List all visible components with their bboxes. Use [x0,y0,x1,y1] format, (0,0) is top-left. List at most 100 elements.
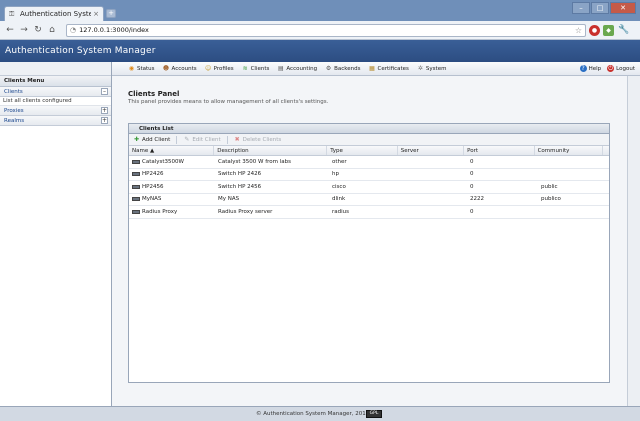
table-row[interactable]: HP2456 Switch HP 2456 cisco 0 public [129,181,609,194]
tab-title: Authentication Syste... [20,10,92,18]
collapse-icon[interactable]: – [101,88,108,95]
column-header-description[interactable]: Description [214,146,328,155]
column-header-community[interactable]: Community [535,146,603,155]
cell-port: 2222 [470,196,484,203]
column-header-type[interactable]: Type [327,146,398,155]
cell-name: Radius Proxy [142,208,178,215]
expand-icon[interactable]: + [101,117,108,124]
column-header-server[interactable]: Server [398,146,465,155]
app-header: Authentication System Manager [0,40,640,62]
add-client-button[interactable]: ✚ Add Client [133,136,170,143]
menu-certificates[interactable]: ▦ Certificates [368,65,409,72]
sidebar-item-label: Proxies [4,108,24,114]
menu-backends[interactable]: ⚙ Backends [325,65,361,72]
column-header-name[interactable]: Name ▲ [129,146,215,155]
back-arrow-icon[interactable]: ← [4,24,16,36]
bookmark-star-icon[interactable]: ☆ [575,26,582,35]
cell-name: HP2426 [142,171,164,178]
main-content: Clients Panel This panel provides means … [112,76,627,406]
home-icon[interactable]: ⌂ [46,24,58,36]
menu-status[interactable]: ◉ Status [128,65,155,72]
footer-copyright: © Authentication System Manager, 2011 [256,411,370,417]
toolbar-separator [226,135,228,144]
grid-toolbar: ✚ Add Client ✎ Edit Client ✖ Delete Clients [129,134,609,146]
sidebar: Clients Menu Clients – List all clients … [0,62,112,406]
delete-clients-button[interactable]: ✖ Delete Clients [234,136,282,143]
clients-grid: Clients List ✚ Add Client ✎ Edit Client ✖ D… [128,123,610,383]
tab-close-icon[interactable]: × [93,10,99,18]
wrench-menu-icon[interactable]: 🔧 [618,25,629,35]
reload-icon[interactable]: ↻ [32,24,44,36]
cell-description: My NAS [218,196,240,203]
sidebar-header: Clients Menu [0,76,111,87]
help-link[interactable]: ? Help [579,65,601,72]
license-badge[interactable]: GPL [366,410,382,418]
sidebar-item-proxies[interactable]: Proxies + [0,106,111,116]
menu-accounting[interactable]: ▤ Accounting [277,65,317,72]
extension-green-icon[interactable]: ◆ [603,24,614,36]
menu-clients[interactable]: ≋ Clients [242,65,270,72]
window-close-button[interactable]: ✕ [610,2,636,14]
new-tab-button[interactable]: + [106,9,116,18]
cell-type: radius [332,208,350,215]
certificates-icon: ▦ [369,65,375,72]
minimize-button[interactable]: – [572,2,590,14]
sidebar-subitem-list-clients[interactable]: List all clients configured [0,97,111,106]
maximize-button[interactable]: □ [591,2,609,14]
menu-accounts[interactable]: ☻ Accounts [163,65,197,72]
cell-description: Catalyst 3500 W from labs [218,158,292,165]
sidebar-item-clients[interactable]: Clients – [0,87,111,97]
device-icon [132,172,140,177]
cell-server [400,156,467,168]
delete-icon: ✖ [234,136,240,143]
browser-titlebar: ⚿ Authentication Syste... × + – □ ✕ [0,0,640,21]
page-favicon-icon: ⚿ [9,10,15,18]
accounts-icon: ☻ [162,65,170,72]
menu-system[interactable]: ✲ System [417,65,447,72]
column-header-filler [603,146,609,155]
footer: © Authentication System Manager, 2011 GP… [0,406,640,421]
system-icon: ✲ [417,65,423,72]
column-header-port[interactable]: Port [464,146,535,155]
table-row[interactable]: Radius Proxy Radius Proxy server radius … [129,206,609,219]
sidebar-item-label: Clients [4,89,23,95]
forward-arrow-icon[interactable]: → [18,24,30,36]
panel-title: Clients Panel [128,90,180,98]
cell-name: HP2456 [142,183,164,190]
logout-link[interactable]: ⏻ Logout [607,65,635,72]
cell-description: Radius Proxy server [218,208,273,215]
panel-description: This panel provides means to allow manag… [128,99,329,105]
browser-tab[interactable]: ⚿ Authentication Syste... × [4,6,104,21]
cell-community: publico [541,196,561,203]
grid-title: Clients List [129,124,609,134]
sidebar-item-label: Realms [4,118,25,124]
main-menu: ◉ Status ☻ Accounts ☺ Profiles ≋ Clients ▤ Ac… [112,62,640,76]
sidebar-top-strip [0,62,111,76]
cell-name: Catalyst3500W [142,158,184,165]
logout-icon: ⏻ [607,65,615,72]
expand-icon[interactable]: + [101,107,108,114]
cell-description: Switch HP 2456 [218,183,262,190]
cell-community [538,169,607,181]
profiles-icon: ☺ [204,65,212,72]
cell-type: hp [332,171,339,178]
menu-profiles[interactable]: ☺ Profiles [205,65,234,72]
browser-toolbar: ← → ↻ ⌂ ◔ 127.0.0.1:3000/index ☆ ● ◆ 🔧 [0,21,640,40]
address-url[interactable]: 127.0.0.1:3000/index [79,26,575,34]
page-scrollbar[interactable] [627,76,640,406]
cell-type: other [332,158,347,165]
toolbar-separator [176,135,178,144]
extension-red-icon[interactable]: ● [589,24,600,36]
cell-type: cisco [332,183,346,190]
cell-port: 0 [470,171,474,178]
table-row[interactable]: Catalyst3500W Catalyst 3500 W from labs … [129,156,609,169]
add-icon: ✚ [133,136,140,143]
table-row[interactable]: MyNAS My NAS dlink 2222 publico [129,194,609,206]
cell-server [400,169,467,181]
table-row[interactable]: HP2426 Switch HP 2426 hp 0 [129,169,609,181]
edit-client-button[interactable]: ✎ Edit Client [183,136,220,143]
device-icon [132,159,140,164]
device-icon [132,197,140,202]
address-bar[interactable]: ◔ 127.0.0.1:3000/index ☆ [66,23,586,37]
sidebar-item-realms[interactable]: Realms + [0,116,111,126]
